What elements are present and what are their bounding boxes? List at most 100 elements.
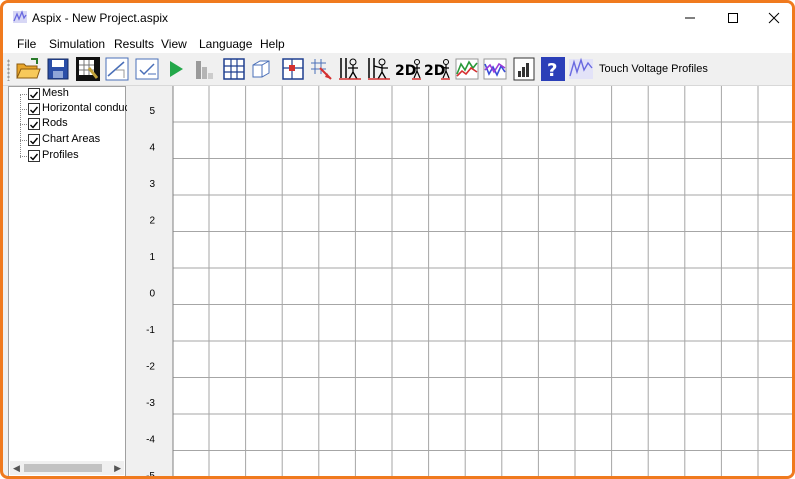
touch-voltage-button[interactable] bbox=[366, 56, 392, 82]
menu-language[interactable]: Language bbox=[199, 37, 252, 51]
line-chart-button[interactable] bbox=[454, 56, 480, 82]
y-tick-label: 2 bbox=[149, 216, 155, 227]
y-tick-label: 1 bbox=[149, 252, 155, 263]
checkmark-icon bbox=[30, 137, 39, 145]
scrollbar-thumb[interactable] bbox=[24, 464, 102, 472]
bar-chart-disabled-icon bbox=[196, 61, 213, 79]
run-icon bbox=[170, 61, 183, 77]
open-icon bbox=[16, 58, 41, 79]
close-icon bbox=[768, 12, 780, 24]
touch-voltage-2d-icon: 2D bbox=[424, 59, 450, 80]
help-button[interactable]: ? bbox=[540, 56, 566, 82]
check-graph-button[interactable] bbox=[134, 56, 160, 82]
line-chart-2-icon bbox=[483, 58, 507, 80]
maximize-button[interactable] bbox=[714, 3, 752, 33]
menu-view[interactable]: View bbox=[161, 37, 187, 51]
touch-voltage-profiles-button[interactable] bbox=[568, 56, 594, 82]
close-button[interactable] bbox=[755, 3, 792, 33]
profile-tool-button[interactable] bbox=[308, 56, 334, 82]
touch-voltage-icon bbox=[368, 58, 390, 80]
y-tick-label: -3 bbox=[146, 398, 155, 409]
scroll-right-icon[interactable]: ▶ bbox=[114, 463, 121, 474]
tree-branch bbox=[20, 94, 27, 95]
touch-voltage-profiles-icon bbox=[569, 57, 593, 79]
scroll-left-icon[interactable]: ◀ bbox=[13, 463, 20, 474]
menu-simulation[interactable]: Simulation bbox=[49, 37, 105, 51]
toolbar: 2D 2D ? Touch Voltage Profiles bbox=[3, 53, 792, 86]
tree-item-chart-areas[interactable]: Chart Areas bbox=[9, 133, 127, 148]
y-tick-label: 4 bbox=[149, 143, 155, 154]
profile-tool-icon bbox=[311, 59, 332, 80]
tree-item-label: Rods bbox=[42, 117, 68, 129]
svg-text:2D: 2D bbox=[395, 63, 416, 79]
chart-areas-checkbox[interactable] bbox=[28, 134, 40, 146]
y-tick-label: -4 bbox=[146, 435, 155, 446]
save-icon bbox=[47, 58, 69, 80]
checkmark-icon bbox=[30, 91, 39, 99]
chart-area[interactable]: 5 4 3 2 1 0 -1 -2 -3 -4 -5 bbox=[127, 86, 792, 479]
voltage-chart[interactable]: 5 4 3 2 1 0 -1 -2 -3 -4 -5 bbox=[127, 86, 792, 479]
tree-branch bbox=[20, 156, 27, 157]
toolbar-status-label: Touch Voltage Profiles bbox=[599, 63, 708, 75]
minimize-icon bbox=[685, 17, 695, 19]
title-bar[interactable]: Aspix - New Project.aspix bbox=[3, 3, 792, 33]
tree-item-label: Horizontal conduc bbox=[42, 102, 131, 114]
check-graph-icon bbox=[135, 58, 159, 80]
step-voltage-2d-button[interactable]: 2D bbox=[395, 56, 421, 82]
tree-item-rods[interactable]: Rods bbox=[9, 117, 127, 132]
menu-bar: File Simulation Results View Language He… bbox=[3, 33, 792, 53]
layer-tree: Mesh Horizontal conduc Rods Chart Areas bbox=[8, 86, 131, 476]
toolbar-grip[interactable] bbox=[7, 59, 10, 81]
horizontal-conductors-checkbox[interactable] bbox=[28, 103, 40, 115]
checkmark-icon bbox=[30, 153, 39, 161]
menu-help[interactable]: Help bbox=[260, 37, 285, 51]
checkmark-icon bbox=[30, 106, 39, 114]
line-chart-2-button[interactable] bbox=[482, 56, 508, 82]
step-voltage-2d-icon: 2D bbox=[395, 59, 421, 80]
report-button[interactable] bbox=[511, 56, 537, 82]
y-tick-label: 3 bbox=[149, 179, 155, 190]
y-tick-label: 0 bbox=[149, 289, 155, 300]
y-tick-label: -5 bbox=[146, 471, 155, 479]
y-tick-label: 5 bbox=[149, 106, 155, 117]
grid-view-button[interactable] bbox=[75, 56, 101, 82]
menu-results[interactable]: Results bbox=[114, 37, 154, 51]
mesh-checkbox[interactable] bbox=[28, 88, 40, 100]
tree-branch bbox=[20, 124, 27, 125]
profiles-checkbox[interactable] bbox=[28, 150, 40, 162]
tree-branch bbox=[20, 109, 27, 110]
open-button[interactable] bbox=[15, 56, 41, 82]
tree-item-horizontal-conductors[interactable]: Horizontal conduc bbox=[9, 102, 131, 117]
svg-text:?: ? bbox=[547, 60, 557, 81]
tree-item-profiles[interactable]: Profiles bbox=[9, 149, 127, 164]
bar-chart-disabled-button[interactable] bbox=[191, 56, 217, 82]
run-button[interactable] bbox=[163, 56, 189, 82]
line-tool-button[interactable] bbox=[104, 56, 130, 82]
tree-horizontal-scrollbar[interactable]: ◀ ▶ bbox=[10, 461, 124, 475]
app-window: Aspix - New Project.aspix File Simulatio… bbox=[0, 0, 795, 479]
y-tick-label: -1 bbox=[146, 325, 155, 336]
rod-tool-button[interactable] bbox=[280, 56, 306, 82]
tree-item-label: Profiles bbox=[42, 149, 79, 161]
mesh-grid-button[interactable] bbox=[221, 56, 247, 82]
save-button[interactable] bbox=[45, 56, 71, 82]
line-chart-icon bbox=[455, 58, 479, 80]
window-title: Aspix - New Project.aspix bbox=[32, 11, 169, 25]
app-icon bbox=[13, 10, 27, 23]
line-tool-icon bbox=[105, 57, 129, 81]
grid-view-icon bbox=[76, 57, 100, 81]
mesh-grid-icon bbox=[223, 58, 245, 80]
cube-button[interactable] bbox=[248, 56, 274, 82]
step-voltage-button[interactable] bbox=[337, 56, 363, 82]
cube-icon bbox=[252, 60, 270, 78]
touch-voltage-2d-button[interactable]: 2D bbox=[424, 56, 450, 82]
rod-tool-icon bbox=[282, 58, 304, 80]
tree-item-label: Chart Areas bbox=[42, 133, 101, 145]
menu-file[interactable]: File bbox=[17, 37, 36, 51]
svg-text:2D: 2D bbox=[424, 63, 445, 79]
checkmark-icon bbox=[30, 121, 39, 129]
tree-item-label: Mesh bbox=[42, 87, 69, 99]
tree-item-mesh[interactable]: Mesh bbox=[9, 87, 127, 102]
rods-checkbox[interactable] bbox=[28, 118, 40, 130]
minimize-button[interactable] bbox=[671, 3, 709, 33]
